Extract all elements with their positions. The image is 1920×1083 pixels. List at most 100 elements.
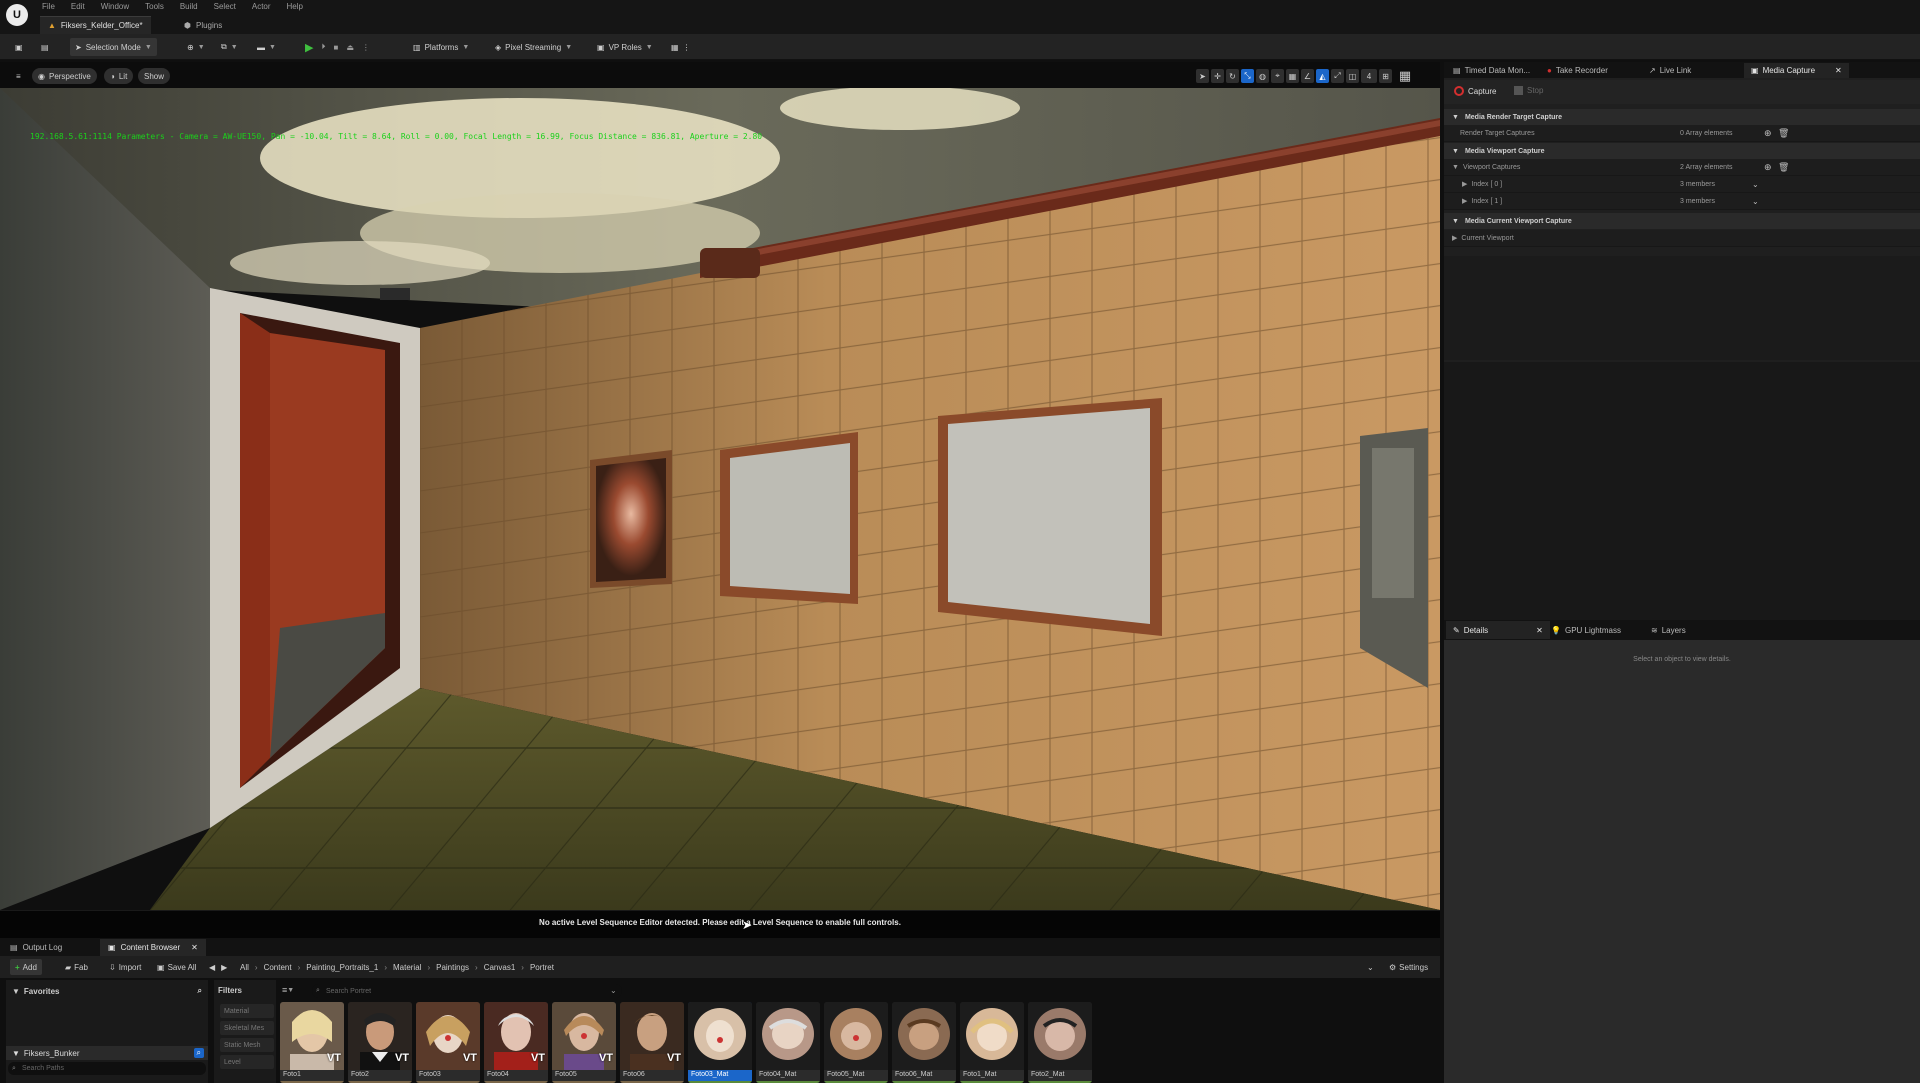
scale-tool-icon[interactable]: ⤡ xyxy=(1241,69,1254,83)
breadcrumb-item[interactable]: Painting_Portraits_1 xyxy=(306,963,378,972)
settings-button[interactable]: ⚙ Settings xyxy=(1384,959,1433,975)
asset-tile-selected[interactable]: Foto03_Mat xyxy=(688,1002,752,1083)
pixel-streaming-button[interactable]: ◈ Pixel Streaming ▼ xyxy=(490,38,577,56)
forward-icon[interactable]: ▶ xyxy=(221,963,227,972)
chevron-right-icon[interactable]: ▶ xyxy=(1444,234,1457,242)
asset-tile[interactable]: Foto04_Mat xyxy=(756,1002,820,1083)
stop-icon[interactable]: ■ xyxy=(333,43,338,52)
stop-button[interactable]: Stop xyxy=(1514,86,1543,95)
back-icon[interactable]: ◀ xyxy=(209,963,215,972)
tab-level[interactable]: ▲ Fiksers_Kelder_Office* xyxy=(40,16,151,34)
search-options-dropdown[interactable]: ⌄ xyxy=(610,986,617,995)
fab-button[interactable]: ▰ Fab xyxy=(60,959,93,975)
capture-button[interactable]: Capture xyxy=(1454,86,1496,96)
save-all-button[interactable]: ▣ Save All xyxy=(152,959,201,975)
section-media-viewport-capture[interactable]: ▼ Media Viewport Capture xyxy=(1444,143,1920,159)
add-element-icon[interactable]: ⊕ xyxy=(1764,128,1772,139)
close-icon[interactable]: ✕ xyxy=(191,943,198,952)
asset-search-input[interactable]: ⌕ Search Portret xyxy=(312,984,622,998)
breadcrumb-item[interactable]: Material xyxy=(393,963,421,972)
tab-live-link[interactable]: ↗ Live Link xyxy=(1642,63,1698,78)
angle-snap-icon[interactable]: ∠ xyxy=(1301,69,1314,83)
chevron-down-icon[interactable]: ⌄ xyxy=(1752,180,1759,189)
breadcrumb-item[interactable]: Portret xyxy=(530,963,554,972)
perspective-button[interactable]: ◉ Perspective xyxy=(32,68,97,84)
asset-tile[interactable]: Foto2_Mat xyxy=(1028,1002,1092,1083)
trash-icon[interactable]: 🗑 xyxy=(1778,162,1789,173)
save-icon[interactable]: ▣ xyxy=(10,38,28,56)
menu-file[interactable]: File xyxy=(42,2,55,11)
vp-roles-button[interactable]: ▣ VP Roles ▼ xyxy=(592,38,658,56)
platforms-button[interactable]: ▥ Platforms ▼ xyxy=(408,38,474,56)
project-folder-header[interactable]: ▼ Fiksers_Bunker ⌕ xyxy=(6,1046,208,1060)
tab-plugins[interactable]: ⬢ Plugins xyxy=(176,16,230,34)
import-button[interactable]: ⇩ Import xyxy=(104,959,146,975)
breadcrumb-item[interactable]: Paintings xyxy=(436,963,469,972)
section-media-render-target-capture[interactable]: ▼ Media Render Target Capture xyxy=(1444,109,1920,125)
menu-actor[interactable]: Actor xyxy=(252,2,271,11)
chevron-down-icon[interactable]: ⌄ xyxy=(1752,197,1759,206)
asset-tile[interactable]: Foto06_Mat xyxy=(892,1002,956,1083)
asset-tile[interactable]: VT Foto05 xyxy=(552,1002,616,1083)
lit-button[interactable]: ◑ Lit xyxy=(104,68,134,84)
filter-item[interactable]: Level xyxy=(220,1055,274,1069)
world-space-icon[interactable]: ◍ xyxy=(1256,69,1269,83)
filter-item[interactable]: Skeletal Mes xyxy=(220,1021,274,1035)
search-paths-input[interactable]: ⌕ Search Paths xyxy=(8,1062,206,1075)
grid-snap-icon[interactable]: ▦ xyxy=(1286,69,1299,83)
menu-window[interactable]: Window xyxy=(101,2,129,11)
scale-snap-icon[interactable]: ⤢ xyxy=(1331,69,1344,83)
camera-speed-value[interactable]: 4 xyxy=(1361,69,1377,83)
show-button[interactable]: Show xyxy=(138,68,171,84)
filter-item[interactable]: Static Mesh xyxy=(220,1038,274,1052)
breadcrumb-item[interactable]: All xyxy=(240,963,249,972)
menu-help[interactable]: Help xyxy=(287,2,303,11)
asset-tile[interactable]: VT Foto03 xyxy=(416,1002,480,1083)
filter-dropdown-button[interactable]: ≡ ▼ xyxy=(282,985,294,995)
breadcrumb-item[interactable]: Canvas1 xyxy=(484,963,516,972)
favorites-header[interactable]: ▼ Favorites ⌕ xyxy=(6,984,208,998)
menu-edit[interactable]: Edit xyxy=(71,2,85,11)
selection-mode-dropdown[interactable]: ➤ Selection Mode ▼ xyxy=(70,38,157,56)
camera-speed-icon[interactable]: ◫ xyxy=(1346,69,1359,83)
tab-layers[interactable]: ≋ Layers xyxy=(1644,621,1693,639)
rotation-snap-icon[interactable]: ◭ xyxy=(1316,69,1329,83)
chevron-right-icon[interactable]: ▶ xyxy=(1444,180,1467,188)
menu-build[interactable]: Build xyxy=(180,2,198,11)
chevron-down-icon[interactable]: ▼ xyxy=(1444,164,1459,171)
level-viewport[interactable] xyxy=(0,88,1440,910)
content-browser-icon[interactable]: ▤ xyxy=(36,38,54,56)
menu-select[interactable]: Select xyxy=(214,2,236,11)
asset-tile[interactable]: VT Foto2 xyxy=(348,1002,412,1083)
tab-take-recorder[interactable]: ● Take Recorder xyxy=(1540,63,1615,78)
advance-frame-icon[interactable]: ⏵ xyxy=(321,42,325,52)
tab-gpu-lightmass[interactable]: 💡 GPU Lightmass xyxy=(1544,621,1628,639)
asset-tile[interactable]: VT Foto04 xyxy=(484,1002,548,1083)
close-icon[interactable]: ✕ xyxy=(1835,66,1842,75)
translate-tool-icon[interactable]: ✛ xyxy=(1211,69,1224,83)
select-tool-icon[interactable]: ➤ xyxy=(1196,69,1209,83)
tab-timed-data-monitor[interactable]: ▤ Timed Data Mon... xyxy=(1446,63,1537,78)
filter-item[interactable]: Material xyxy=(220,1004,274,1018)
viewport-menu-button[interactable]: ≡ xyxy=(10,68,27,84)
surface-snap-icon[interactable]: ⌖ xyxy=(1271,69,1284,83)
blueprint-button[interactable]: ⧉ ▼ xyxy=(216,38,243,56)
layout-button[interactable]: ▦ ⋮ xyxy=(666,38,696,56)
viewport-layout-icon[interactable]: ▦ xyxy=(1394,68,1416,83)
rotate-tool-icon[interactable]: ↻ xyxy=(1226,69,1239,83)
more-options-icon[interactable]: ⋮ xyxy=(362,43,370,52)
eject-icon[interactable]: ⏏ xyxy=(346,43,354,52)
breadcrumb-item[interactable]: Content xyxy=(264,963,292,972)
unreal-logo-icon[interactable]: U xyxy=(6,4,28,26)
play-icon[interactable]: ▶ xyxy=(305,41,313,54)
add-button[interactable]: + Add xyxy=(10,959,42,975)
tab-details[interactable]: ✎ Details ✕ xyxy=(1446,621,1550,639)
add-element-icon[interactable]: ⊕ xyxy=(1764,162,1772,173)
tab-media-capture[interactable]: ▣ Media Capture ✕ xyxy=(1744,63,1849,78)
close-icon[interactable]: ✕ xyxy=(1536,626,1543,635)
search-icon[interactable]: ⌕ xyxy=(198,986,202,996)
asset-tile[interactable]: VT Foto1 xyxy=(280,1002,344,1083)
asset-tile[interactable]: VT Foto06 xyxy=(620,1002,684,1083)
breadcrumb-dropdown[interactable]: ⌄ xyxy=(1362,959,1379,975)
search-icon[interactable]: ⌕ xyxy=(193,1048,204,1058)
